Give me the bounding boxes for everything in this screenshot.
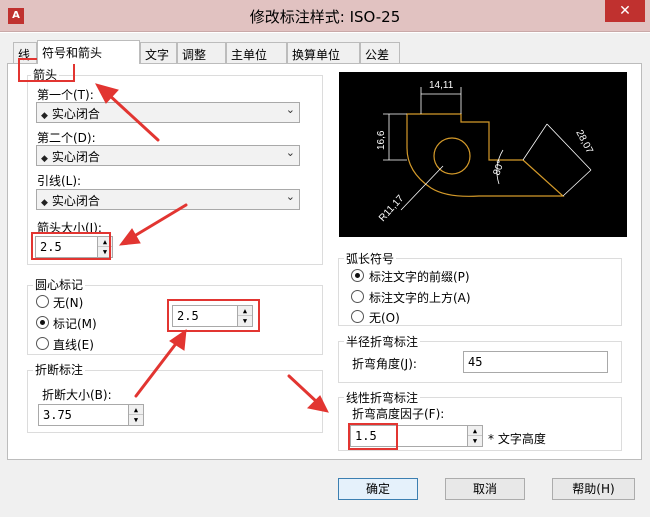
dimension-break-group-label: 折断标注 (33, 361, 86, 378)
window-title: 修改标注样式: ISO-25 (249, 8, 401, 26)
arc-length-group-label: 弧长符号 (344, 250, 397, 267)
ok-button[interactable]: 确定 (338, 478, 418, 500)
tab-primary-units[interactable]: 主单位 (226, 42, 287, 63)
linear-jog-group-label: 线性折弯标注 (344, 389, 421, 406)
arc-prefix-radio[interactable] (351, 269, 364, 282)
tab-symbols-arrows[interactable]: 符号和箭头 (37, 40, 140, 64)
leader-arrow-value: 实心闭合 (51, 194, 100, 208)
spin-up-icon[interactable]: ▲ (468, 426, 482, 436)
preview-dim-left: 16,6 (376, 130, 387, 150)
text-height-suffix: * 文字高度 (488, 432, 546, 446)
close-button[interactable]: ✕ (605, 0, 645, 22)
arrowhead-glyph-icon: ◆ (41, 154, 48, 164)
arc-prefix-label: 标注文字的前缀(P) (369, 270, 470, 284)
center-mark-line-radio[interactable] (36, 337, 49, 350)
second-arrow-value: 实心闭合 (51, 150, 100, 164)
dimension-preview: 14,11 16,6 28,07 80° R11,17 (339, 72, 627, 237)
radius-jog-group-label: 半径折弯标注 (344, 333, 421, 350)
center-mark-line-label: 直线(E) (53, 338, 94, 352)
spin-down-icon[interactable]: ▼ (129, 415, 143, 425)
highlight-box-center-mark-size (167, 299, 260, 332)
chevron-down-icon: ⌄ (285, 190, 295, 203)
center-mark-mark-label: 标记(M) (53, 317, 97, 331)
arc-above-label: 标注文字的上方(A) (369, 291, 471, 305)
first-arrow-label: 第一个(T): (37, 88, 94, 102)
tab-tolerances[interactable]: 公差 (360, 42, 400, 63)
leader-arrow-label: 引线(L): (37, 174, 82, 188)
break-size-spin-buttons[interactable]: ▲ ▼ (128, 405, 143, 425)
arc-above-radio[interactable] (351, 290, 364, 303)
chevron-down-icon: ⌄ (285, 146, 295, 159)
jog-angle-label: 折弯角度(J): (352, 357, 417, 371)
center-mark-none-label: 无(N) (53, 296, 84, 310)
first-arrow-select[interactable]: ◆ 实心闭合 ⌄ (36, 102, 300, 123)
arc-none-radio[interactable] (351, 310, 364, 323)
highlight-box-arrow-size (31, 232, 111, 260)
title-bar: A 修改标注样式: ISO-25 ✕ (0, 0, 650, 32)
preview-dim-top: 14,11 (429, 80, 454, 91)
spin-up-icon[interactable]: ▲ (129, 405, 143, 415)
first-arrow-value: 实心闭合 (51, 107, 100, 121)
center-mark-mark-radio[interactable] (36, 316, 49, 329)
second-arrow-select[interactable]: ◆ 实心闭合 ⌄ (36, 145, 300, 166)
arrowhead-glyph-icon: ◆ (41, 111, 48, 121)
center-mark-none-radio[interactable] (36, 295, 49, 308)
jog-height-spin-buttons[interactable]: ▲ ▼ (467, 426, 482, 446)
tab-text[interactable]: 文字 (140, 42, 177, 63)
cancel-button[interactable]: 取消 (445, 478, 525, 500)
arrowhead-glyph-icon: ◆ (41, 198, 48, 208)
highlight-box-jog-factor (348, 423, 398, 450)
tab-alternate-units[interactable]: 换算单位 (287, 42, 360, 63)
center-marks-group-label: 圆心标记 (33, 276, 86, 293)
spin-down-icon[interactable]: ▼ (468, 436, 482, 446)
arc-none-label: 无(O) (369, 311, 400, 325)
help-button[interactable]: 帮助(H) (552, 478, 635, 500)
chevron-down-icon: ⌄ (285, 103, 295, 116)
break-size-label: 折断大小(B): (42, 388, 112, 402)
jog-angle-input[interactable]: 45 (463, 351, 608, 373)
second-arrow-label: 第二个(D): (37, 131, 96, 145)
break-size-value: 3.75 (43, 408, 72, 422)
tab-fit[interactable]: 调整 (177, 42, 226, 63)
leader-arrow-select[interactable]: ◆ 实心闭合 ⌄ (36, 189, 300, 210)
jog-height-factor-label: 折弯高度因子(F): (352, 407, 445, 421)
break-size-spinner[interactable]: 3.75 ▲ ▼ (38, 404, 144, 426)
jog-angle-value: 45 (468, 355, 483, 369)
